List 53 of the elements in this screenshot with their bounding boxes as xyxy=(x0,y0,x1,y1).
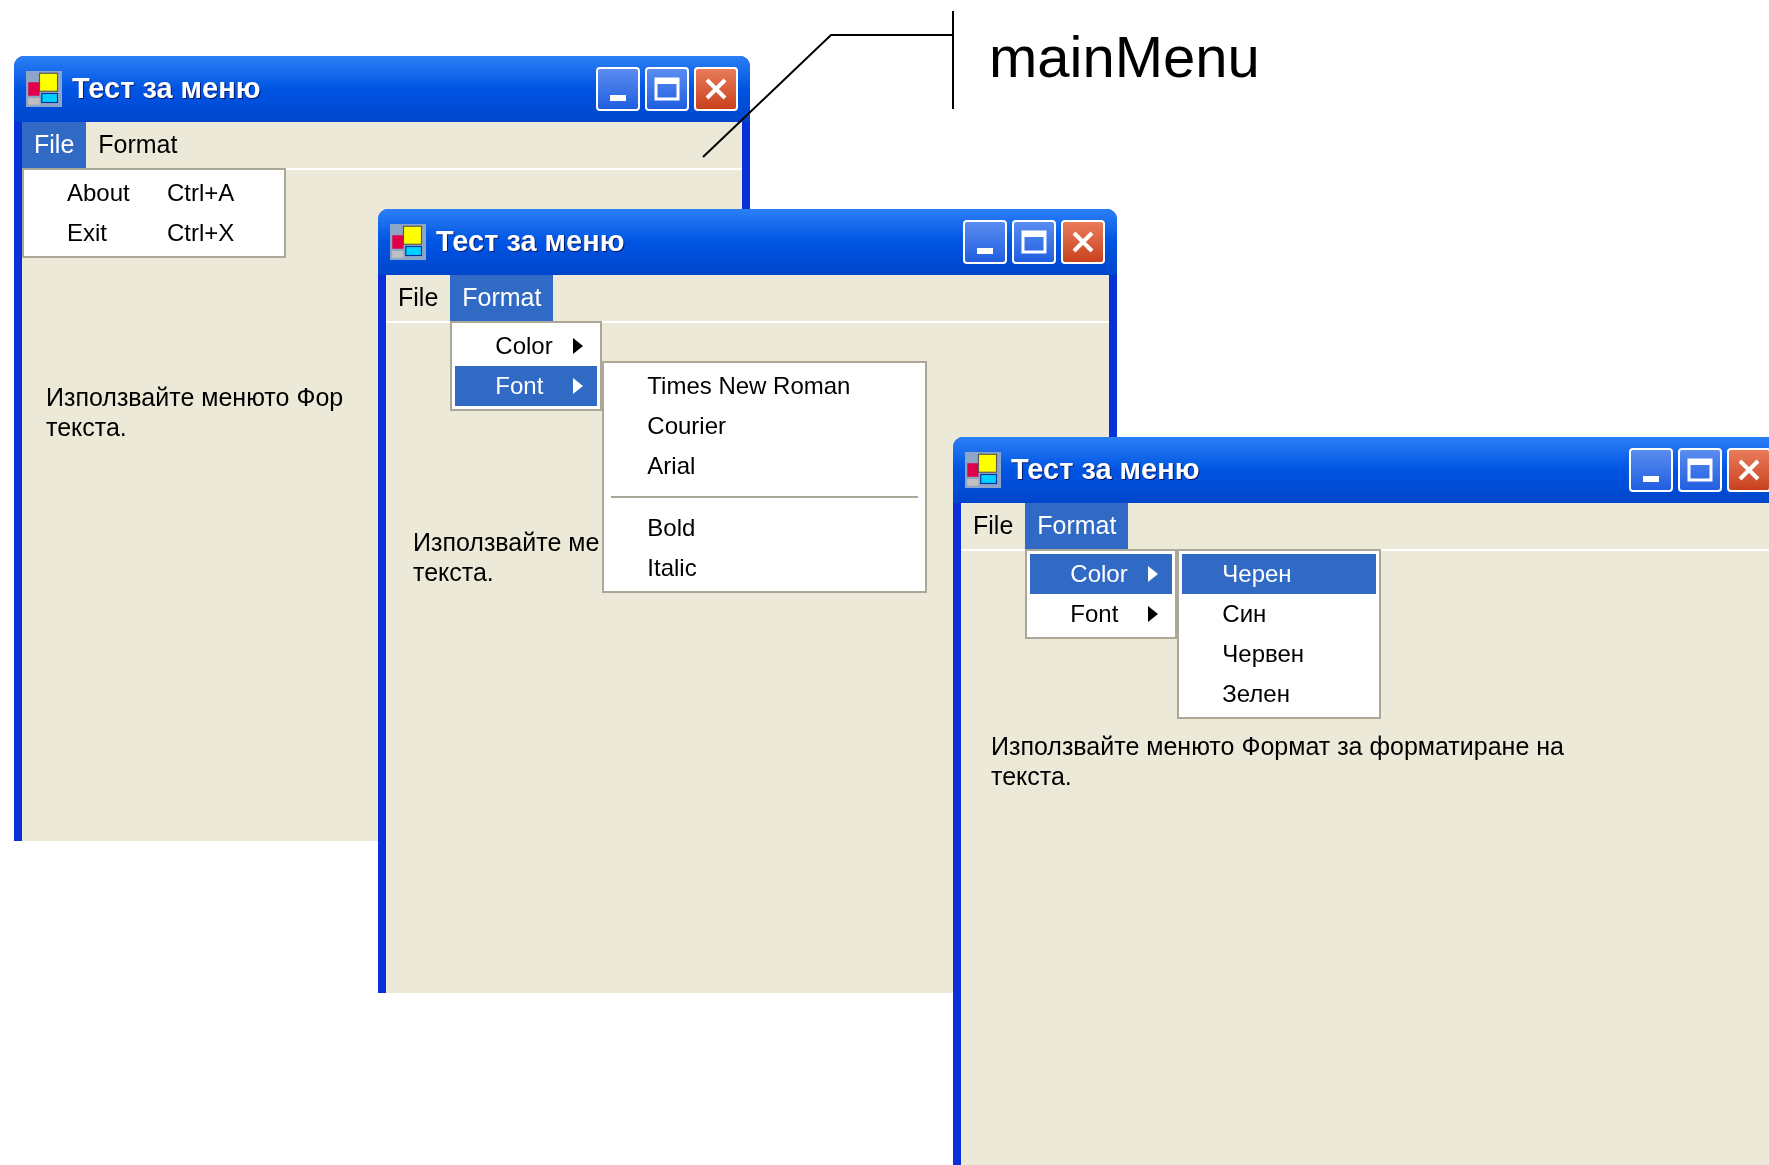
menu-item[interactable]: Син xyxy=(1182,594,1377,634)
maximize-icon xyxy=(654,77,680,101)
menu-bar-item[interactable]: Format xyxy=(450,275,554,321)
callout-label: mainMenu xyxy=(989,28,1260,86)
app-icon xyxy=(26,71,62,107)
app-icon xyxy=(390,224,426,260)
close-button[interactable] xyxy=(1727,448,1769,492)
close-icon xyxy=(704,77,728,101)
close-icon xyxy=(1071,230,1095,254)
maximize-icon xyxy=(1687,458,1713,482)
menu-item[interactable]: Arial xyxy=(607,446,923,486)
menu-item[interactable]: Font xyxy=(1030,594,1173,634)
menu-item[interactable]: Exit Ctrl+X xyxy=(27,213,281,253)
menu-item[interactable]: Зелен xyxy=(1182,674,1377,714)
maximize-button[interactable] xyxy=(1678,448,1722,492)
submenu-arrow-icon xyxy=(1148,606,1159,622)
maximize-icon xyxy=(1021,230,1047,254)
submenu-arrow-icon xyxy=(573,378,584,394)
menu-item[interactable]: Font xyxy=(455,366,598,406)
menu-item[interactable]: Черен xyxy=(1182,554,1377,594)
menu-bar-item[interactable]: Format xyxy=(1025,503,1129,549)
minimize-button[interactable] xyxy=(1629,448,1673,492)
info-label: Използвайте менюто Формат за форматиране на текста. xyxy=(991,731,1564,791)
menu-bar-item[interactable]: File xyxy=(386,275,451,321)
menu-item[interactable]: Color xyxy=(1030,554,1173,594)
menu-item[interactable]: Bold xyxy=(607,508,923,548)
minimize-icon xyxy=(1643,476,1659,482)
window-title: Тест за меню xyxy=(436,224,626,260)
minimize-button[interactable] xyxy=(596,67,640,111)
menu-bar-item[interactable]: Format xyxy=(86,122,190,168)
menu-bar-item[interactable]: File xyxy=(961,503,1026,549)
maximize-button[interactable] xyxy=(1012,220,1056,264)
menu-item[interactable]: Червен xyxy=(1182,634,1377,674)
menu-item[interactable]: Color xyxy=(455,326,598,366)
close-button[interactable] xyxy=(1061,220,1105,264)
minimize-button[interactable] xyxy=(963,220,1007,264)
menu-item[interactable]: Courier xyxy=(607,406,923,446)
submenu-arrow-icon xyxy=(1148,566,1159,582)
menu-item[interactable]: Italic xyxy=(607,548,923,588)
submenu-arrow-icon xyxy=(573,338,584,354)
minimize-icon xyxy=(977,248,993,254)
maximize-button[interactable] xyxy=(645,67,689,111)
minimize-icon xyxy=(610,95,626,101)
window-title: Тест за меню xyxy=(72,71,262,107)
menu-bar-item[interactable]: File xyxy=(22,122,87,168)
menu-item[interactable]: About Ctrl+A xyxy=(27,173,281,213)
info-label: Използвайте менюто Фор текста. xyxy=(46,382,344,442)
info-label: Използвайте ме текста. xyxy=(413,527,600,587)
window-title: Тест за меню xyxy=(1011,452,1201,488)
close-button[interactable] xyxy=(694,67,738,111)
app-icon xyxy=(965,452,1001,488)
close-icon xyxy=(1737,458,1761,482)
menu-item[interactable]: Times New Roman xyxy=(607,366,923,406)
